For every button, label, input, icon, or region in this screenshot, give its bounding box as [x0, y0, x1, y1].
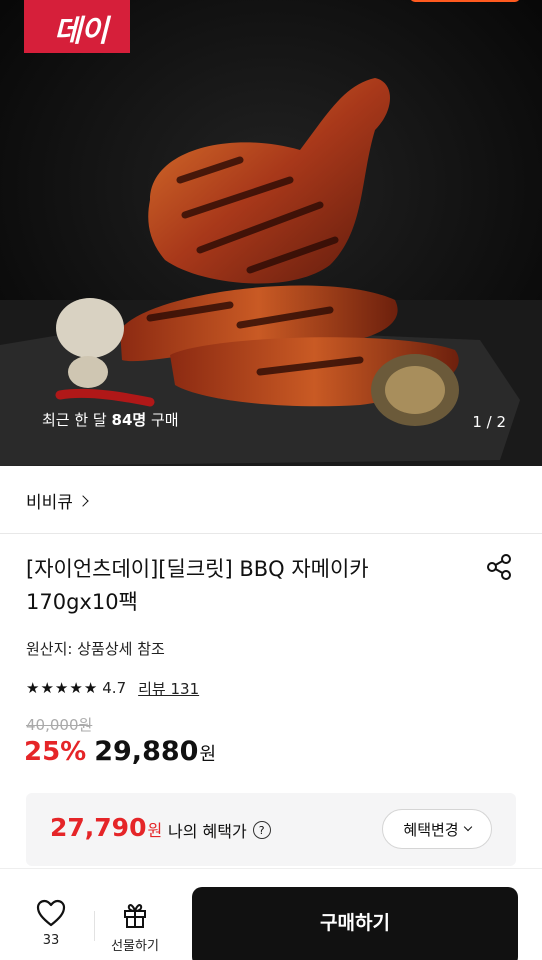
benefit-label: 나의 혜택가: [168, 822, 247, 841]
discount-rate: 25%: [24, 737, 87, 767]
benefit-change-button[interactable]: 혜택변경: [382, 809, 492, 849]
benefit-price-value: 27,790: [50, 813, 147, 842]
star-icon: ★: [83, 678, 98, 697]
buy-button[interactable]: 구매하기: [192, 887, 518, 960]
benefit-label-row: 나의 혜택가 ?: [168, 818, 271, 842]
gift-icon: [124, 904, 146, 928]
top-badge: [410, 0, 520, 2]
wishlist-button[interactable]: 33: [26, 899, 76, 948]
benefit-price-box: 27,790 원 나의 혜택가 ? 혜택변경: [26, 793, 516, 866]
star-icon: ★: [40, 678, 54, 697]
rating-row: ★ ★ ★ ★ ★ 4.7 리뷰 131: [26, 676, 199, 700]
divider: [94, 911, 95, 941]
brand-logo-badge: 데이: [24, 0, 130, 53]
chevron-down-icon: [463, 822, 472, 832]
gift-label: 선물하기: [111, 939, 159, 954]
wishlist-count: 33: [42, 933, 60, 948]
star-icon: ★: [26, 678, 40, 697]
buy-label: 구매하기: [320, 911, 390, 934]
brand-name: 비비큐: [26, 493, 73, 513]
product-title: [자이언츠데이][딜크릿] BBQ 자메이카 170gx10팩: [26, 557, 369, 614]
brand-link[interactable]: 비비큐: [26, 488, 89, 513]
review-link[interactable]: 리뷰 131: [138, 678, 199, 699]
share-icon[interactable]: [484, 552, 514, 582]
sale-price-currency: 원: [199, 744, 216, 765]
sale-price: 29,880: [94, 736, 199, 767]
product-image-carousel[interactable]: 데이 최근 한 달 84명 구매 1 / 2: [0, 0, 542, 466]
star-rating: ★ ★ ★ ★ ★: [26, 678, 98, 697]
original-price: 40,000원: [26, 716, 93, 734]
recent-prefix: 최근 한 달: [42, 411, 112, 429]
brand-row: 비비큐: [0, 466, 542, 534]
star-icon: ★: [69, 678, 83, 697]
recent-purchase-count: 최근 한 달 84명 구매: [42, 409, 179, 430]
benefit-change-label: 혜택변경: [403, 820, 459, 839]
rating-value: 4.7: [102, 679, 127, 697]
recent-suffix: 구매: [146, 411, 179, 429]
gift-button[interactable]: 선물하기: [104, 901, 166, 954]
star-icon: ★: [54, 678, 69, 697]
chevron-right-icon: [77, 495, 89, 507]
product-photo: [0, 0, 542, 466]
recent-count: 84명: [111, 411, 147, 429]
benefit-price: 27,790 원: [50, 813, 162, 842]
heart-icon: [36, 899, 66, 927]
benefit-price-currency: 원: [147, 821, 163, 840]
price-row: 25% 29,880 원: [24, 736, 216, 767]
origin-info: 원산지: 상품상세 참조: [26, 640, 165, 658]
help-icon[interactable]: ?: [252, 821, 271, 839]
brand-badge-text: 데이: [54, 14, 108, 49]
carousel-pager: 1 / 2: [472, 413, 506, 431]
bottom-action-bar: 33 선물하기 구매하기: [0, 868, 542, 960]
